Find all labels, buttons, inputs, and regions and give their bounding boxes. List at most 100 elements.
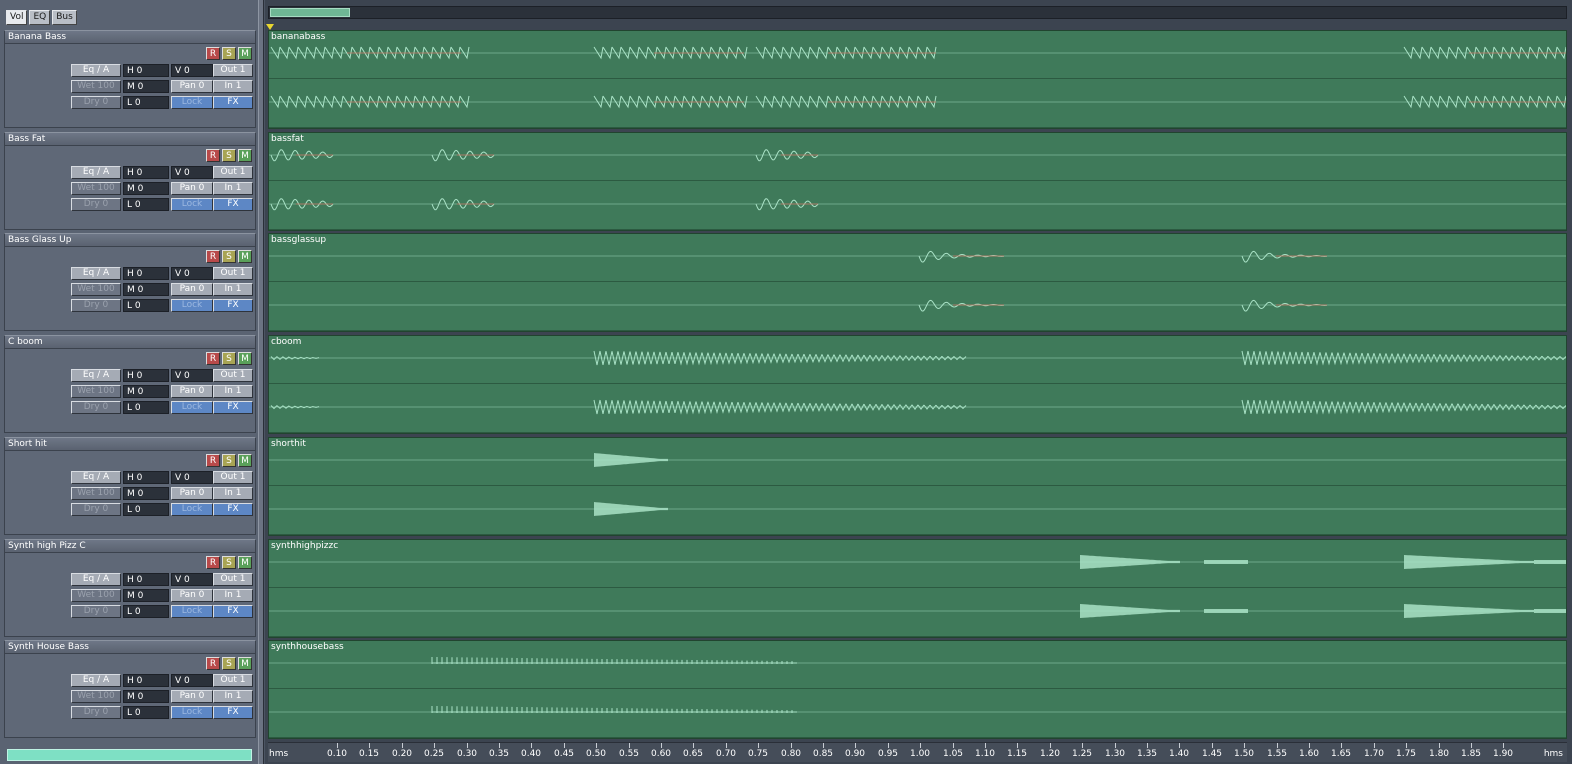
- volume-field[interactable]: V 0: [171, 267, 213, 280]
- record-button[interactable]: R: [206, 250, 220, 263]
- track-name[interactable]: Bass Fat: [5, 133, 255, 146]
- solo-button[interactable]: S: [222, 556, 236, 569]
- solo-button[interactable]: S: [222, 454, 236, 467]
- eq-mid-field[interactable]: M 0: [123, 589, 169, 602]
- waveform-region[interactable]: [1534, 560, 1566, 564]
- input-button[interactable]: In 1: [213, 283, 253, 296]
- pan-button[interactable]: Pan 0: [171, 589, 213, 602]
- waveform-region[interactable]: [1241, 250, 1328, 263]
- pan-button[interactable]: Pan 0: [171, 182, 213, 195]
- mute-button[interactable]: M: [238, 556, 252, 569]
- wet-button[interactable]: Wet 100: [71, 283, 121, 296]
- input-button[interactable]: In 1: [213, 182, 253, 195]
- overview-scroll-thumb[interactable]: [270, 8, 350, 17]
- eq-mid-field[interactable]: M 0: [123, 690, 169, 703]
- track-name[interactable]: Banana Bass: [5, 31, 255, 44]
- track-name[interactable]: C boom: [5, 336, 255, 349]
- mute-button[interactable]: M: [238, 657, 252, 670]
- dry-button[interactable]: Dry 0: [71, 401, 121, 414]
- wet-button[interactable]: Wet 100: [71, 80, 121, 93]
- waveform-region[interactable]: [1534, 609, 1566, 613]
- mute-button[interactable]: M: [238, 149, 252, 162]
- waveform-region[interactable]: [1080, 604, 1180, 618]
- eq-automation-button[interactable]: Eq / A: [71, 471, 121, 484]
- lock-button[interactable]: Lock: [171, 401, 213, 414]
- left-channel[interactable]: [269, 336, 1566, 384]
- right-channel[interactable]: [269, 283, 1566, 331]
- mute-button[interactable]: M: [238, 454, 252, 467]
- lock-button[interactable]: Lock: [171, 299, 213, 312]
- record-button[interactable]: R: [206, 556, 220, 569]
- pan-button[interactable]: Pan 0: [171, 385, 213, 398]
- dry-button[interactable]: Dry 0: [71, 605, 121, 618]
- eq-high-field[interactable]: H 0: [123, 267, 169, 280]
- dry-button[interactable]: Dry 0: [71, 198, 121, 211]
- dry-button[interactable]: Dry 0: [71, 299, 121, 312]
- eq-low-field[interactable]: L 0: [123, 706, 169, 719]
- mute-button[interactable]: M: [238, 250, 252, 263]
- eq-mid-field[interactable]: M 0: [123, 80, 169, 93]
- eq-high-field[interactable]: H 0: [123, 369, 169, 382]
- dry-button[interactable]: Dry 0: [71, 706, 121, 719]
- eq-mid-field[interactable]: M 0: [123, 182, 169, 195]
- record-button[interactable]: R: [206, 47, 220, 60]
- track-lane[interactable]: shorthit: [268, 437, 1567, 536]
- eq-high-field[interactable]: H 0: [123, 674, 169, 687]
- right-channel[interactable]: [269, 589, 1566, 637]
- eq-low-field[interactable]: L 0: [123, 401, 169, 414]
- eq-high-field[interactable]: H 0: [123, 64, 169, 77]
- eq-mid-field[interactable]: M 0: [123, 487, 169, 500]
- pan-button[interactable]: Pan 0: [171, 80, 213, 93]
- waveform-region[interactable]: [1404, 555, 1534, 569]
- output-button[interactable]: Out 1: [213, 166, 253, 179]
- mute-button[interactable]: M: [238, 352, 252, 365]
- eq-mid-field[interactable]: M 0: [123, 385, 169, 398]
- fx-button[interactable]: FX: [213, 198, 253, 211]
- waveform-region[interactable]: [594, 502, 668, 516]
- waveform-region[interactable]: [1204, 560, 1248, 564]
- solo-button[interactable]: S: [222, 657, 236, 670]
- right-channel[interactable]: [269, 690, 1566, 738]
- volume-field[interactable]: V 0: [171, 674, 213, 687]
- waveform-region[interactable]: [431, 706, 797, 713]
- volume-field[interactable]: V 0: [171, 471, 213, 484]
- left-channel[interactable]: [269, 438, 1566, 486]
- waveform-region[interactable]: [1404, 604, 1534, 618]
- waveform-region[interactable]: [1241, 299, 1328, 312]
- eq-automation-button[interactable]: Eq / A: [71, 64, 121, 77]
- wet-button[interactable]: Wet 100: [71, 487, 121, 500]
- fx-button[interactable]: FX: [213, 503, 253, 516]
- output-button[interactable]: Out 1: [213, 267, 253, 280]
- input-button[interactable]: In 1: [213, 80, 253, 93]
- left-channel[interactable]: [269, 31, 1566, 79]
- volume-field[interactable]: V 0: [171, 369, 213, 382]
- timeline-overview-scrollbar[interactable]: [268, 6, 1567, 19]
- record-button[interactable]: R: [206, 149, 220, 162]
- eq-high-field[interactable]: H 0: [123, 573, 169, 586]
- record-button[interactable]: R: [206, 454, 220, 467]
- fx-button[interactable]: FX: [213, 96, 253, 109]
- waveform-region[interactable]: [1080, 555, 1180, 569]
- tab-vol[interactable]: Vol: [6, 10, 28, 25]
- left-channel[interactable]: [269, 234, 1566, 282]
- volume-field[interactable]: V 0: [171, 166, 213, 179]
- eq-automation-button[interactable]: Eq / A: [71, 674, 121, 687]
- input-button[interactable]: In 1: [213, 690, 253, 703]
- track-name[interactable]: Synth high Pizz C: [5, 540, 255, 553]
- lock-button[interactable]: Lock: [171, 503, 213, 516]
- right-channel[interactable]: [269, 385, 1566, 433]
- pan-button[interactable]: Pan 0: [171, 690, 213, 703]
- lock-button[interactable]: Lock: [171, 706, 213, 719]
- output-button[interactable]: Out 1: [213, 573, 253, 586]
- volume-field[interactable]: V 0: [171, 64, 213, 77]
- eq-low-field[interactable]: L 0: [123, 503, 169, 516]
- volume-field[interactable]: V 0: [171, 573, 213, 586]
- track-lane[interactable]: bananabass: [268, 30, 1567, 129]
- wet-button[interactable]: Wet 100: [71, 589, 121, 602]
- right-channel[interactable]: [269, 80, 1566, 128]
- left-channel[interactable]: [269, 641, 1566, 689]
- track-name[interactable]: Bass Glass Up: [5, 234, 255, 247]
- mute-button[interactable]: M: [238, 47, 252, 60]
- output-button[interactable]: Out 1: [213, 64, 253, 77]
- waveform-region[interactable]: [1204, 609, 1248, 613]
